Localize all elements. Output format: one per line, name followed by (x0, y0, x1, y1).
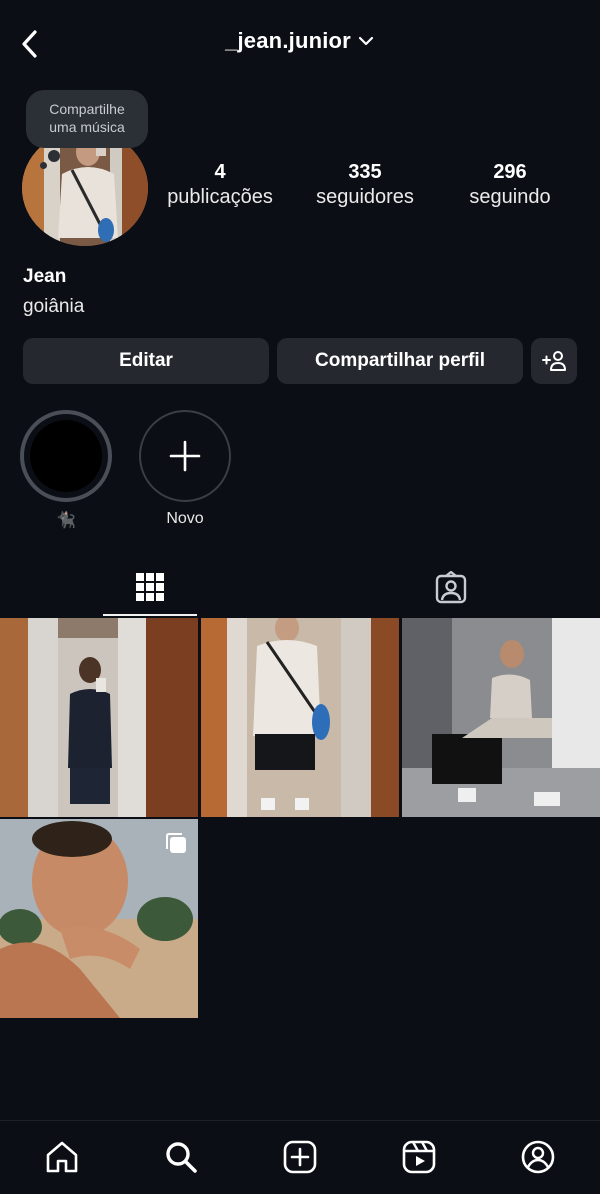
tab-posts-grid[interactable] (103, 560, 197, 616)
post-thumbnail[interactable] (402, 618, 600, 817)
note-bubble-tail-small (40, 162, 47, 169)
home-icon (46, 1141, 78, 1173)
profile-stats: 4 publicações 335 seguidores 296 seguind… (160, 160, 580, 220)
carousel-icon (166, 833, 186, 853)
new-highlight-label: Novo (166, 510, 204, 527)
tagged-person-icon (435, 571, 467, 604)
highlight-label: 🐈‍⬛ (56, 512, 76, 529)
add-person-icon (542, 351, 566, 371)
post-thumbnail[interactable] (0, 819, 198, 1018)
following-count: 296 (493, 161, 527, 183)
story-highlight[interactable]: 🐈‍⬛ (18, 410, 114, 530)
posts-label: publicações (167, 186, 273, 208)
bottom-nav (0, 1120, 600, 1194)
edit-profile-button[interactable]: Editar (23, 338, 269, 384)
following-label: seguindo (469, 186, 551, 208)
stat-posts[interactable]: 4 publicações (160, 160, 280, 210)
followers-count: 335 (348, 161, 382, 183)
new-highlight-ring (139, 410, 231, 502)
stat-followers[interactable]: 335 seguidores (306, 160, 424, 210)
post-thumbnail[interactable] (0, 618, 198, 817)
nav-reels[interactable] (397, 1135, 441, 1179)
profile-name: Jean (23, 266, 67, 287)
tab-tagged[interactable] (404, 560, 498, 616)
grid-icon (136, 573, 164, 601)
nav-create[interactable] (278, 1135, 322, 1179)
search-icon (166, 1142, 197, 1173)
highlight-ring (20, 410, 112, 502)
post-thumbnail[interactable] (201, 618, 399, 817)
new-highlight[interactable]: Novo (137, 410, 233, 528)
followers-label: seguidores (316, 186, 414, 208)
discover-people-button[interactable] (531, 338, 577, 384)
share-profile-button[interactable]: Compartilhar perfil (277, 338, 523, 384)
reels-icon (402, 1140, 436, 1174)
posts-count: 4 (214, 161, 226, 183)
stat-following[interactable]: 296 seguindo (456, 160, 564, 210)
nav-search[interactable] (159, 1135, 203, 1179)
note-text: Compartilhe uma música (49, 101, 125, 135)
nav-profile[interactable] (516, 1135, 560, 1179)
create-icon (283, 1140, 317, 1174)
top-header: _jean.junior (0, 18, 600, 70)
profile-icon (521, 1140, 555, 1174)
nav-home[interactable] (40, 1135, 84, 1179)
username-switcher[interactable]: _jean.junior (0, 28, 600, 54)
profile-bio: goiânia (23, 296, 85, 317)
chevron-down-icon (357, 32, 375, 50)
note-bubble[interactable]: Compartilhe uma música (26, 90, 148, 148)
note-bubble-tail (48, 150, 60, 162)
plus-icon (169, 440, 201, 472)
username-title: _jean.junior (225, 28, 351, 53)
